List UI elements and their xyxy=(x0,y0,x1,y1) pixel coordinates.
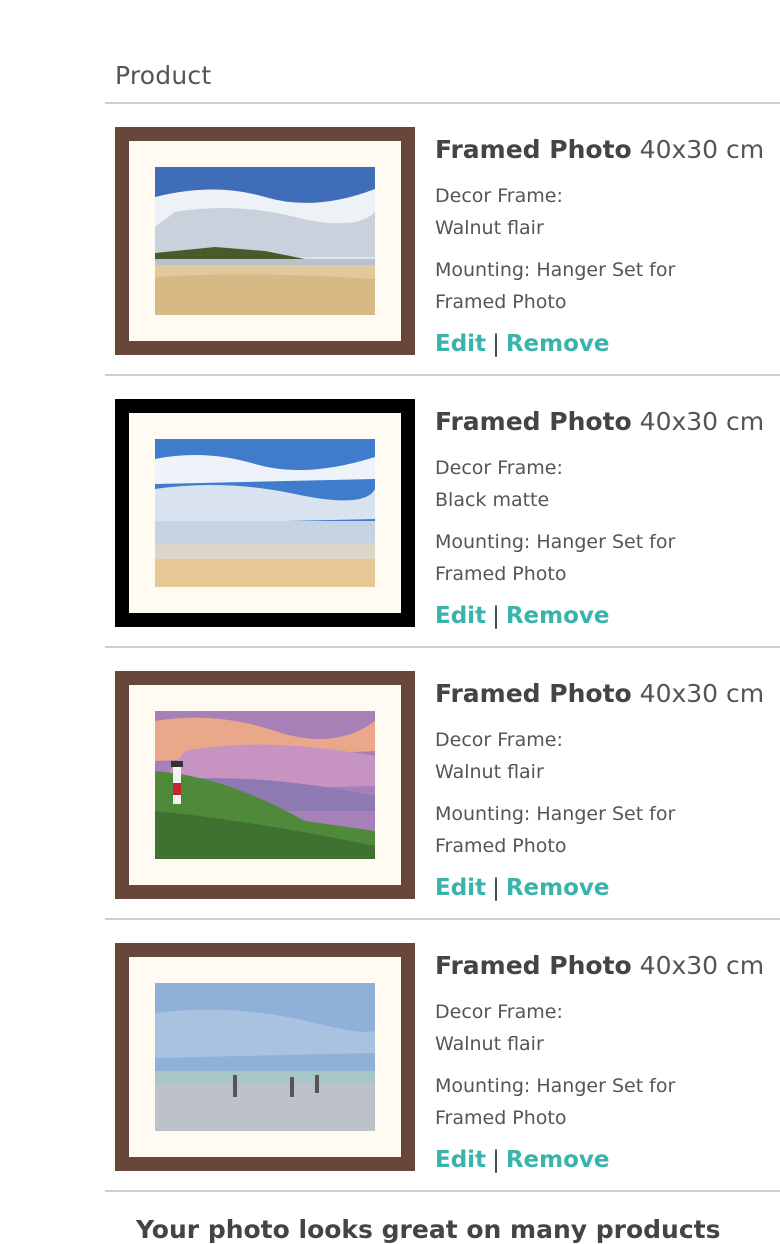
frame-mat xyxy=(129,957,401,1157)
remove-link[interactable]: Remove xyxy=(506,875,610,901)
product-column-header: Product xyxy=(115,61,212,90)
mounting-attribute: Mounting: Hanger Set for Framed Photo xyxy=(435,254,780,318)
edit-link[interactable]: Edit xyxy=(435,603,486,629)
mounting-attribute: Mounting: Hanger Set for Framed Photo xyxy=(435,1070,780,1134)
cart-item: Framed Photo 40x30 cm Decor Frame: Walnu… xyxy=(105,920,780,1192)
action-separator: | xyxy=(492,331,500,357)
item-actions: Edit | Remove xyxy=(435,328,780,360)
item-title: Framed Photo 40x30 cm xyxy=(435,946,780,986)
product-name: Framed Photo xyxy=(435,951,632,980)
cart-item: Framed Photo 40x30 cm Decor Frame: Walnu… xyxy=(105,648,780,920)
frame-value: Walnut flair xyxy=(435,1033,544,1055)
item-title: Framed Photo 40x30 cm xyxy=(435,674,780,714)
product-name: Framed Photo xyxy=(435,407,632,436)
product-name: Framed Photo xyxy=(435,679,632,708)
item-title: Framed Photo 40x30 cm xyxy=(435,130,780,170)
action-separator: | xyxy=(492,603,500,629)
framed-photo-preview[interactable] xyxy=(115,399,415,627)
framed-photo-preview[interactable] xyxy=(115,127,415,355)
frame-label: Decor Frame: xyxy=(435,457,563,479)
edit-link[interactable]: Edit xyxy=(435,875,486,901)
mounting-attribute: Mounting: Hanger Set for Framed Photo xyxy=(435,526,780,590)
mounting-line-2: Framed Photo xyxy=(435,835,567,857)
frame-attribute: Decor Frame: Walnut flair xyxy=(435,724,780,788)
mounting-line-2: Framed Photo xyxy=(435,563,567,585)
mounting-line-1: Mounting: Hanger Set for xyxy=(435,803,676,825)
mounting-line-2: Framed Photo xyxy=(435,291,567,313)
frame-attribute: Decor Frame: Walnut flair xyxy=(435,996,780,1060)
promo-heading: Your photo looks great on many products xyxy=(136,1215,721,1244)
frame-mat xyxy=(129,413,401,613)
item-details: Framed Photo 40x30 cm Decor Frame: Walnu… xyxy=(435,130,780,360)
frame-label: Decor Frame: xyxy=(435,729,563,751)
framed-photo-preview[interactable] xyxy=(115,943,415,1171)
product-size: 40x30 cm xyxy=(639,951,765,980)
photo-thumbnail xyxy=(155,167,375,315)
product-size: 40x30 cm xyxy=(639,407,765,436)
item-details: Framed Photo 40x30 cm Decor Frame: Black… xyxy=(435,402,780,632)
photo-thumbnail xyxy=(155,983,375,1131)
item-actions: Edit | Remove xyxy=(435,600,780,632)
frame-value: Black matte xyxy=(435,489,550,511)
frame-mat xyxy=(129,685,401,885)
mounting-line-1: Mounting: Hanger Set for xyxy=(435,531,676,553)
action-separator: | xyxy=(492,875,500,901)
mounting-line-1: Mounting: Hanger Set for xyxy=(435,1075,676,1097)
frame-value: Walnut flair xyxy=(435,761,544,783)
photo-thumbnail xyxy=(155,439,375,587)
cart-item: Framed Photo 40x30 cm Decor Frame: Walnu… xyxy=(105,104,780,376)
frame-attribute: Decor Frame: Black matte xyxy=(435,452,780,516)
frame-label: Decor Frame: xyxy=(435,1001,563,1023)
item-details: Framed Photo 40x30 cm Decor Frame: Walnu… xyxy=(435,674,780,904)
action-separator: | xyxy=(492,1147,500,1173)
remove-link[interactable]: Remove xyxy=(506,1147,610,1173)
frame-value: Walnut flair xyxy=(435,217,544,239)
product-size: 40x30 cm xyxy=(639,135,765,164)
item-actions: Edit | Remove xyxy=(435,1144,780,1176)
frame-label: Decor Frame: xyxy=(435,185,563,207)
product-name: Framed Photo xyxy=(435,135,632,164)
mounting-line-1: Mounting: Hanger Set for xyxy=(435,259,676,281)
item-title: Framed Photo 40x30 cm xyxy=(435,402,780,442)
item-details: Framed Photo 40x30 cm Decor Frame: Walnu… xyxy=(435,946,780,1176)
framed-photo-preview[interactable] xyxy=(115,671,415,899)
mounting-attribute: Mounting: Hanger Set for Framed Photo xyxy=(435,798,780,862)
cart-item: Framed Photo 40x30 cm Decor Frame: Black… xyxy=(105,376,780,648)
photo-thumbnail xyxy=(155,711,375,859)
remove-link[interactable]: Remove xyxy=(506,603,610,629)
edit-link[interactable]: Edit xyxy=(435,1147,486,1173)
edit-link[interactable]: Edit xyxy=(435,331,486,357)
frame-mat xyxy=(129,141,401,341)
frame-attribute: Decor Frame: Walnut flair xyxy=(435,180,780,244)
table-header: Product xyxy=(105,0,780,104)
product-size: 40x30 cm xyxy=(639,679,765,708)
item-actions: Edit | Remove xyxy=(435,872,780,904)
mounting-line-2: Framed Photo xyxy=(435,1107,567,1129)
remove-link[interactable]: Remove xyxy=(506,331,610,357)
